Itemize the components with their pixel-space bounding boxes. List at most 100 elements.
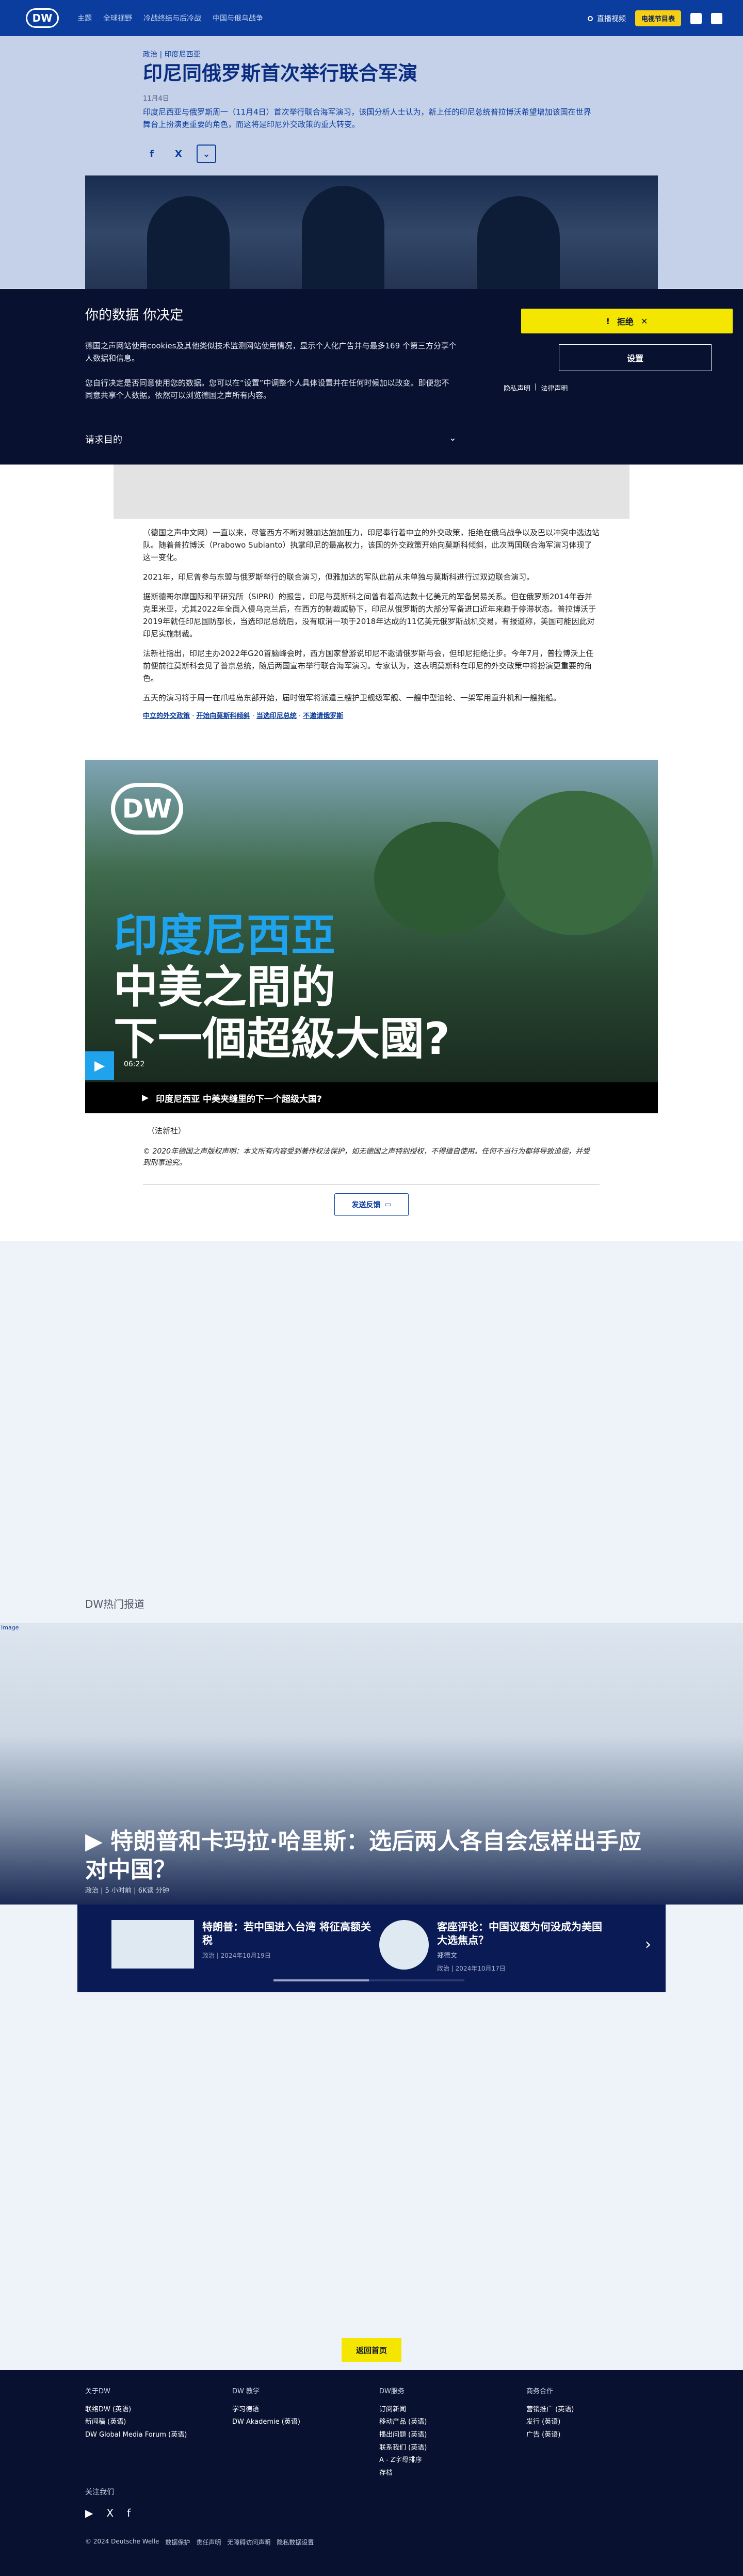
broken-image: Image <box>1 1624 19 1631</box>
footer-link[interactable]: 新闻稿 (英语) <box>85 2416 187 2429</box>
legal-links: © 2024 Deutsche Welle 数据保护 责任声明 无障碍访问声明 … <box>85 2538 314 2547</box>
footer-col-about: 关于DW 联络DW (英语) 新闻稿 (英语) DW Global Media … <box>85 2386 187 2442</box>
footer-col-title: DW服务 <box>379 2388 405 2395</box>
legal-link[interactable]: 责任声明 <box>196 2538 221 2547</box>
card-title: 客座评论：中国议题为何没成为美国大选焦点？ <box>437 1921 602 1946</box>
footer-link[interactable]: 存档 <box>379 2467 427 2480</box>
top-navigation-bar: DW 主题 全球视野 冷战终结与后冷战 中国与俄乌战争 直播视频 电视节目表 <box>0 0 743 36</box>
inline-link[interactable]: 开始向莫斯科倾斜 <box>196 712 250 720</box>
cookie-text-1: 德国之声网站使用cookies及其他类似技术监测网站使用情况，显示个人化广告并与… <box>85 341 457 363</box>
reject-button[interactable]: ! 拒绝 ✕ <box>521 309 733 333</box>
footer-link[interactable]: 联系我们 (英语) <box>379 2442 427 2455</box>
feedback-button[interactable]: 发送反馈 ▭ <box>334 1193 409 1216</box>
footer-link[interactable]: 营销推广 (英语) <box>526 2404 574 2417</box>
footer-link[interactable]: 学习德语 <box>232 2404 300 2417</box>
ad-placeholder <box>114 465 629 519</box>
cookie-overlay <box>0 36 743 289</box>
inline-link[interactable]: 当选印尼总统 <box>256 712 297 720</box>
trending-section-title: DW热门报道 <box>85 1598 145 1610</box>
nav-item[interactable]: 主题 <box>77 13 92 23</box>
paragraph: 五天的演习将于周一在爪哇岛东部开始，届时俄军将派遣三艘护卫舰级军舰、一艘中型油轮… <box>143 693 561 702</box>
inline-link[interactable]: 中立的外交政策 <box>143 712 190 720</box>
tv-schedule-button[interactable]: 电视节目表 <box>635 10 681 26</box>
footer-col-title: 关于DW <box>85 2388 110 2395</box>
menu-icon[interactable] <box>711 12 722 24</box>
footer-link[interactable]: 发行 (英语) <box>526 2416 574 2429</box>
reject-label: 拒绝 <box>617 317 634 327</box>
video-headline-3: 下一個超級大國? <box>114 1013 450 1065</box>
topic-nav: 主题 全球视野 冷战终结与后冷战 中国与俄乌战争 <box>77 13 263 23</box>
footer-col-title: 商务合作 <box>526 2388 554 2395</box>
related-links: 中立的外交政策 · 开始向莫斯科倾斜 · 当选印尼总统 · 不邀请俄罗斯 <box>143 712 344 720</box>
separator: | <box>535 383 537 391</box>
footer-link[interactable]: A - Z字母排序 <box>379 2454 427 2467</box>
related-carousel: 特朗普：若中国进入台湾 将征高额关税 政治 | 2024年10月19日 客座评论… <box>77 1905 666 1992</box>
video-dw-logo: DW <box>111 783 183 835</box>
footer-link[interactable]: 移动产品 (英语) <box>379 2416 427 2429</box>
card-meta: 政治 | 2024年10月17日 <box>437 1965 506 1972</box>
article-body: （德国之声中文网）一直以来，尽管西方不断对雅加达施加压力，印尼奉行着中立的外交政… <box>143 526 600 729</box>
inline-link[interactable]: 不邀请俄罗斯 <box>303 712 343 720</box>
video-icon: ▶ <box>142 1093 149 1103</box>
paragraph: 法新社指出，印尼主办2022年G20首脑峰会时，西方国家曾游说印尼不邀请俄罗斯与… <box>143 649 594 683</box>
card-thumbnail <box>111 1920 194 1969</box>
legal-link[interactable]: 隐私数据设置 <box>277 2538 314 2547</box>
footer-link[interactable]: 联络DW (英语) <box>85 2404 187 2417</box>
carousel-card[interactable]: 特朗普：若中国进入台湾 将征高额关税 政治 | 2024年10月19日 <box>111 1920 373 1969</box>
x-icon[interactable]: X <box>106 2507 114 2519</box>
copyright: © 2024 Deutsche Welle <box>85 2538 159 2545</box>
card-title: 特朗普：若中国进入台湾 将征高额关税 <box>202 1921 371 1946</box>
play-icon[interactable]: ▶ <box>85 1051 114 1080</box>
language-icon[interactable] <box>690 12 702 24</box>
card-meta: 政治 | 2024年10月19日 <box>202 1952 271 1959</box>
alert-icon: ! <box>606 316 610 326</box>
nav-item[interactable]: 中国与俄乌战争 <box>213 13 263 23</box>
video-icon: ▶ <box>85 1828 111 1854</box>
footer-link[interactable]: DW Global Media Forum (英语) <box>85 2429 187 2442</box>
cookie-text-2: 您自行决定是否同意使用您的数据。您可以在“设置”中调整个人具体设置并在任何时候加… <box>85 378 449 400</box>
social-links: ▶ X f <box>85 2507 131 2519</box>
close-icon: ✕ <box>640 316 648 326</box>
footer-link[interactable]: 播出问题 (英语) <box>379 2429 427 2442</box>
video-duration: 06:22 <box>124 1060 145 1068</box>
nav-item[interactable]: 冷战终结与后冷战 <box>143 13 201 23</box>
footer-col-title: DW 教学 <box>232 2388 260 2395</box>
chevron-right-icon[interactable]: › <box>645 1935 651 1954</box>
carousel-card[interactable]: 客座评论：中国议题为何没成为美国大选焦点？ 郑德文 政治 | 2024年10月1… <box>379 1920 607 1973</box>
cookie-links: 隐私声明 | 法律声明 <box>504 383 568 393</box>
privacy-link[interactable]: 隐私声明 <box>504 383 530 393</box>
footer-link[interactable]: 广告 (英语) <box>526 2429 574 2442</box>
legal-link[interactable]: 法律声明 <box>541 383 568 393</box>
article-source: （法新社） <box>147 1126 186 1135</box>
footer-col-learning: DW 教学 学习德语 DW Akademie (英语) <box>232 2386 300 2429</box>
live-label: 直播视频 <box>596 14 626 23</box>
chevron-down-icon: ⌄ <box>448 433 457 443</box>
card-avatar <box>379 1920 429 1970</box>
video-tree <box>374 822 508 935</box>
settings-button[interactable]: 设置 <box>559 344 712 371</box>
legal-link[interactable]: 数据保护 <box>165 2538 190 2547</box>
back-to-top-button[interactable]: 返回首页 <box>342 2338 401 2362</box>
legal-link[interactable]: 无障碍访问声明 <box>227 2538 270 2547</box>
carousel-progress <box>273 1979 464 1981</box>
paragraph: 据斯德哥尔摩国际和平研究所（SIPRI）的报告，印尼与莫斯科之间曾有着高达数十亿… <box>143 592 596 638</box>
youtube-icon[interactable]: ▶ <box>85 2507 93 2519</box>
featured-title[interactable]: ▶ 特朗普和卡玛拉·哈里斯：选后两人各自会怎样出手应对中国？ <box>85 1827 653 1884</box>
live-video-link[interactable]: 直播视频 <box>587 13 626 24</box>
follow-us-label: 关注我们 <box>85 2488 114 2497</box>
facebook-icon[interactable]: f <box>127 2507 131 2519</box>
footer-link[interactable]: DW Akademie (英语) <box>232 2416 300 2429</box>
video-tree <box>498 791 653 935</box>
dw-logo[interactable]: DW <box>26 8 59 28</box>
card-author: 郑德文 <box>437 1952 458 1960</box>
carousel-progress-fill <box>273 1979 369 1981</box>
paragraph: 2021年，印尼曾参与东盟与俄罗斯举行的联合演习，但雅加达的军队此前从未单独与莫… <box>143 572 535 582</box>
video-player[interactable]: DW 印度尼西亞 中美之間的 下一個超級大國? ▶ 06:22 <box>85 760 658 1082</box>
copyright-notice: © 2020年德国之声版权声明：本文所有内容受到著作权法保护，如无德国之声特别授… <box>143 1147 590 1167</box>
cookie-purpose-toggle[interactable]: 请求目的 ⌄ <box>85 433 457 446</box>
footer-link[interactable]: 订阅新闻 <box>379 2404 427 2417</box>
feedback-icon: ▭ <box>384 1201 392 1209</box>
nav-item[interactable]: 全球视野 <box>103 13 132 23</box>
footer-col-services: DW服务 订阅新闻 移动产品 (英语) 播出问题 (英语) 联系我们 (英语) … <box>379 2386 427 2480</box>
video-caption: ▶ 印度尼西亚 中美夹缝里的下一个超级大国? <box>85 1082 658 1113</box>
